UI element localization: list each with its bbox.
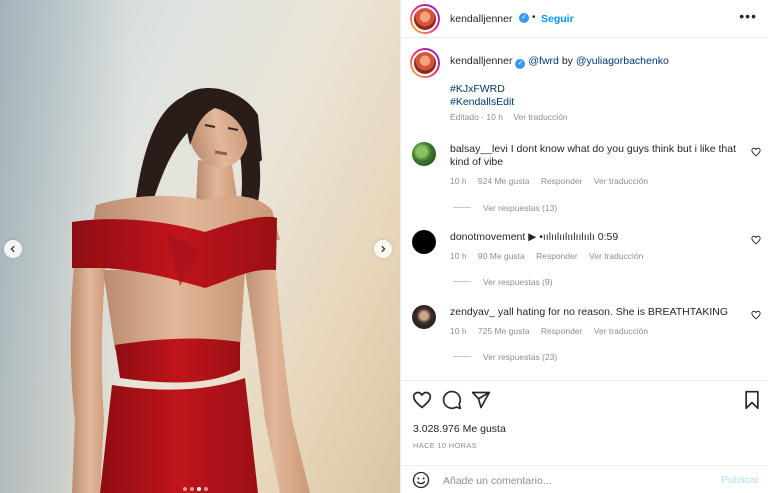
like-heart-icon[interactable] xyxy=(412,390,432,410)
add-comment-bar: Publicar xyxy=(401,465,768,493)
reply-button[interactable]: Responder xyxy=(536,251,578,261)
like-comment-heart-icon[interactable] xyxy=(751,310,761,320)
author-avatar[interactable] xyxy=(410,4,440,34)
publish-button[interactable]: Publicar xyxy=(721,474,759,486)
share-send-icon[interactable] xyxy=(471,390,491,410)
comment-likes[interactable]: 924 Me gusta xyxy=(478,176,530,186)
comment-time: 10 h xyxy=(450,251,467,261)
carousel-dot xyxy=(204,487,208,491)
comment-translate-link[interactable]: Ver traducción xyxy=(589,251,643,261)
caption-line: kendalljenner ✓ @fwrd by @yuliagorbachenk… xyxy=(450,55,669,69)
comment-body: ▶ •ıılıılıılıılıılıılı 0:59 xyxy=(528,231,619,243)
post-photo[interactable] xyxy=(0,0,400,493)
post-side-panel: kendalljenner ✓ • Seguir ••• kendalljenn… xyxy=(400,0,768,493)
comment-likes[interactable]: 90 Me gusta xyxy=(478,251,525,261)
caption-by-text: by xyxy=(561,55,573,67)
comment-text: donotmovement ▶ •ıılıılıılıılıılıılı 0:5… xyxy=(450,231,740,244)
commenter-avatar[interactable] xyxy=(412,230,436,254)
caption-hashtags: #KJxFWRD #KendallsEdit xyxy=(450,83,514,109)
comment-username[interactable]: zendyav_ xyxy=(450,306,495,318)
photo-figure xyxy=(70,88,310,493)
likes-count[interactable]: 3.028.976 Me gusta xyxy=(413,423,506,435)
comment-text: zendyav_ yall hating for no reason. She … xyxy=(450,306,740,319)
hashtag-link[interactable]: #KendallsEdit xyxy=(450,96,514,109)
caption-username[interactable]: kendalljenner xyxy=(450,55,512,67)
comment-meta: 10 h 924 Me gusta Responder Ver traducci… xyxy=(450,176,657,186)
comment-bubble-icon[interactable] xyxy=(442,390,462,410)
mention-link[interactable]: @fwrd xyxy=(528,55,559,67)
comment-meta: 10 h 725 Me gusta Responder Ver traducci… xyxy=(450,326,657,336)
comment-body: yall hating for no reason. She is BREATH… xyxy=(497,306,728,318)
carousel-dot xyxy=(183,487,187,491)
view-replies-button[interactable]: Ver respuestas (9) xyxy=(453,277,552,287)
view-replies-button[interactable]: Ver respuestas (23) xyxy=(453,352,557,362)
post-time-ago: HACE 10 HORAS xyxy=(413,441,477,450)
more-options-icon[interactable]: ••• xyxy=(739,9,757,23)
post-header: kendalljenner ✓ • Seguir ••• xyxy=(401,0,768,38)
comment-time: 10 h xyxy=(450,176,467,186)
emoji-icon[interactable] xyxy=(412,471,430,489)
mention-link[interactable]: @yuliagorbachenko xyxy=(576,55,669,67)
comment-username[interactable]: balsay__levi xyxy=(450,143,508,155)
post-actions: 3.028.976 Me gusta HACE 10 HORAS Publica… xyxy=(401,380,768,493)
commenter-avatar[interactable] xyxy=(412,142,436,166)
comment-likes[interactable]: 725 Me gusta xyxy=(478,326,530,336)
carousel-dot xyxy=(197,487,201,491)
view-replies-button[interactable]: Ver respuestas (13) xyxy=(453,203,557,213)
carousel-dot xyxy=(190,487,194,491)
caption-edited: Editado · 10 h xyxy=(450,112,503,122)
comment-text: balsay__levi I dont know what do you guy… xyxy=(450,143,740,169)
chevron-right-icon xyxy=(381,245,386,253)
comment-input[interactable] xyxy=(443,472,703,489)
see-translation-link[interactable]: Ver traducción xyxy=(513,112,567,122)
like-comment-heart-icon[interactable] xyxy=(751,147,761,157)
caption-avatar[interactable] xyxy=(410,48,440,78)
reply-button[interactable]: Responder xyxy=(541,176,583,186)
comment-username[interactable]: donotmovement xyxy=(450,231,525,243)
caption-verified-badge-icon: ✓ xyxy=(515,59,526,69)
follow-button[interactable]: Seguir xyxy=(541,13,574,25)
like-comment-heart-icon[interactable] xyxy=(751,235,761,245)
comment-translate-link[interactable]: Ver traducción xyxy=(594,326,648,336)
save-bookmark-icon[interactable] xyxy=(742,390,762,410)
reply-button[interactable]: Responder xyxy=(541,326,583,336)
chevron-left-icon xyxy=(10,245,15,253)
verified-badge-icon: ✓ xyxy=(519,13,529,23)
carousel-prev-button[interactable] xyxy=(4,240,22,258)
author-username[interactable]: kendalljenner xyxy=(450,13,512,25)
carousel-dots xyxy=(183,487,208,491)
caption-meta: Editado · 10 h Ver traducción xyxy=(450,112,576,122)
header-separator: • xyxy=(532,12,536,23)
comment-meta: 10 h 90 Me gusta Responder Ver traducció… xyxy=(450,251,652,261)
hashtag-link[interactable]: #KJxFWRD xyxy=(450,83,514,96)
commenter-avatar[interactable] xyxy=(412,305,436,329)
carousel-next-button[interactable] xyxy=(374,240,392,258)
comment-translate-link[interactable]: Ver traducción xyxy=(594,176,648,186)
comment-time: 10 h xyxy=(450,326,467,336)
